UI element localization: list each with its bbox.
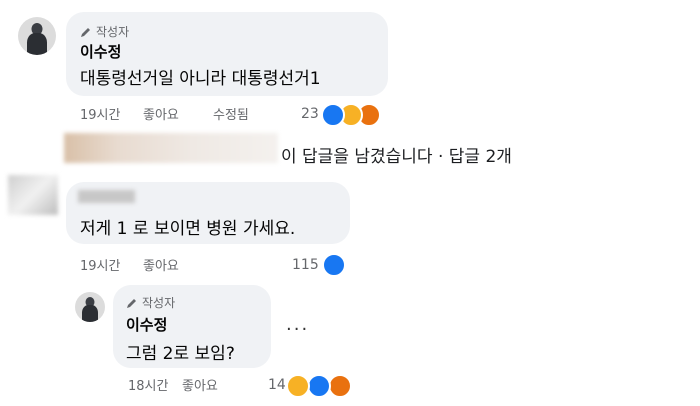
comment-actions: 19시간 좋아요 (80, 255, 230, 274)
commenter-name[interactable]: 이수정 (126, 314, 167, 335)
timestamp[interactable]: 19시간 (80, 255, 120, 274)
commenter-name[interactable]: 이수정 (80, 41, 121, 62)
author-tag: 작성자 (126, 294, 175, 311)
reaction-count[interactable]: 14 (268, 377, 286, 393)
avatar[interactable] (8, 175, 58, 215)
like-link[interactable]: 좋아요 (182, 375, 218, 394)
like-icon[interactable] (321, 103, 345, 127)
more-options-button[interactable]: ... (286, 314, 309, 335)
comment-text: 저게 1 로 보이면 병원 가세요. (80, 219, 296, 239)
comment-text: 대통령선거일 아니라 대통령선거1 (80, 69, 321, 89)
blurred-avatars (64, 133, 278, 163)
avatar[interactable] (18, 17, 56, 55)
like-icon[interactable] (307, 374, 331, 398)
haha-icon[interactable] (286, 374, 310, 398)
pencil-icon (81, 27, 90, 37)
avatar[interactable] (75, 292, 105, 322)
reply-text: 그럼 2로 보임? (126, 344, 235, 364)
like-link[interactable]: 좋아요 (143, 255, 179, 274)
timestamp[interactable]: 19시간 (80, 104, 120, 123)
reaction-count[interactable]: 23 (301, 106, 319, 122)
comment-actions: 19시간 좋아요 수정됨 (80, 104, 280, 123)
angry-icon[interactable] (328, 374, 352, 398)
author-tag: 작성자 (80, 23, 129, 40)
like-link[interactable]: 좋아요 (143, 104, 179, 123)
pencil-icon (127, 298, 136, 308)
author-tag-label: 작성자 (142, 296, 176, 310)
author-tag-label: 작성자 (96, 25, 130, 39)
blurred-name[interactable] (78, 190, 135, 203)
reaction-count[interactable]: 115 (292, 257, 319, 273)
like-icon[interactable] (322, 253, 346, 277)
reply-actions: 18시간 좋아요 (128, 375, 268, 394)
timestamp[interactable]: 18시간 (128, 375, 168, 394)
edited-label: 수정됨 (213, 108, 249, 123)
replies-link[interactable]: 이 답글을 남겼습니다 · 답글 2개 (281, 142, 512, 167)
